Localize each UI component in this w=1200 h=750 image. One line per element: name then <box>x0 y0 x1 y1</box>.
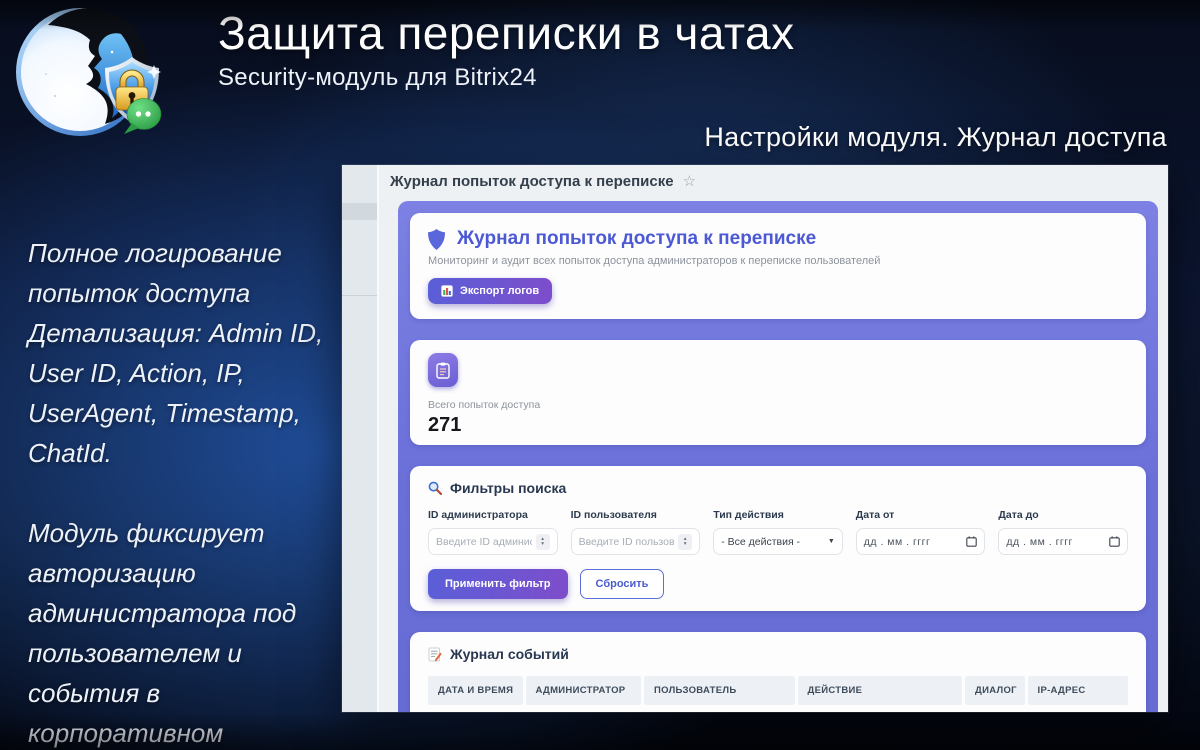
table-header-row: ДАТА И ВРЕМЯ АДМИНИСТРАТОР ПОЛЬЗОВАТЕЛЬ … <box>428 676 1128 705</box>
stats-card: Всего попыток доступа 271 <box>410 340 1146 445</box>
hero-card: Журнал попыток доступа к переписке Монит… <box>410 213 1146 319</box>
stats-label: Всего попыток доступа <box>428 399 1128 411</box>
date-to-value: дд . мм . гггг <box>1006 536 1073 548</box>
user-id-label: ID пользователя <box>571 509 701 521</box>
journal-title: Журнал событий <box>450 646 569 662</box>
date-from-field: Дата от дд . мм . гггг <box>856 509 986 555</box>
date-to-field: Дата до дд . мм . гггг <box>998 509 1128 555</box>
date-to-label: Дата до <box>998 509 1128 521</box>
promo-slide: Защита переписки в чатах Security-модуль… <box>0 0 1200 750</box>
admin-id-field: ID администратора ▴ ▾ <box>428 509 558 555</box>
table-header-administrator: АДМИНИСТРАТОР <box>526 676 642 705</box>
filters-card: Фильтры поиска ID администратора ▴ ▾ <box>410 466 1146 611</box>
page-title: Журнал попыток доступа к переписке <box>390 173 674 190</box>
table-header-dialog: ДИАЛОГ <box>965 676 1025 705</box>
action-type-label: Тип действия <box>713 509 843 521</box>
user-id-input[interactable] <box>579 536 675 548</box>
stats-value: 271 <box>428 414 1128 437</box>
export-logs-label: Экспорт логов <box>460 285 539 297</box>
date-from-label: Дата от <box>856 509 986 521</box>
favorite-star-icon[interactable]: ☆ <box>683 172 696 190</box>
sidebar-divider <box>342 295 377 296</box>
admin-id-label: ID администратора <box>428 509 558 521</box>
memo-icon <box>428 647 442 662</box>
hero-title: Журнал попыток доступа к переписке <box>457 228 816 250</box>
table-header-action: ДЕЙСТВИЕ <box>798 676 963 705</box>
module-panel: Журнал попыток доступа к переписке Монит… <box>398 201 1158 712</box>
description-paragraph-1: Полное логирование попыток доступа Детал… <box>28 233 348 473</box>
calendar-icon <box>966 536 977 547</box>
filters-title: Фильтры поиска <box>450 480 566 496</box>
sidebar-active-item[interactable] <box>342 203 377 220</box>
shield-icon <box>428 229 445 250</box>
admin-id-input[interactable] <box>436 536 532 548</box>
chevron-down-icon: ▼ <box>828 538 835 545</box>
number-stepper[interactable]: ▴ ▾ <box>536 534 550 550</box>
action-type-field: Тип действия - Все действия - ▼ <box>713 509 843 555</box>
search-icon <box>428 481 442 495</box>
action-type-select[interactable]: - Все действия - ▼ <box>713 528 843 555</box>
feature-description: Полное логирование попыток доступа Детал… <box>28 233 348 750</box>
calendar-icon <box>1109 536 1120 547</box>
left-sidebar <box>342 165 379 712</box>
action-type-value: - Все действия - <box>721 536 800 548</box>
table-header-user: ПОЛЬЗОВАТЕЛЬ <box>644 676 795 705</box>
apply-filter-button[interactable]: Применить фильтр <box>428 569 568 599</box>
date-from-input[interactable]: дд . мм . гггг <box>856 528 986 555</box>
bitrix24-screenshot-window: Журнал попыток доступа к переписке ☆ Жур… <box>342 165 1168 712</box>
journal-card: Журнал событий ДАТА И ВРЕМЯ АДМИНИСТРАТО… <box>410 632 1146 712</box>
date-to-input[interactable]: дд . мм . гггг <box>998 528 1128 555</box>
export-chart-icon <box>441 285 453 297</box>
export-logs-button[interactable]: Экспорт логов <box>428 278 552 304</box>
hero-subtitle: Мониторинг и аудит всех попыток доступа … <box>428 255 1128 267</box>
date-from-value: дд . мм . гггг <box>864 536 931 548</box>
number-stepper[interactable]: ▴ ▾ <box>678 534 692 550</box>
slide-title: Защита переписки в чатах <box>218 6 795 61</box>
table-header-ip: IP-АДРЕС <box>1028 676 1129 705</box>
user-id-field: ID пользователя ▴ ▾ <box>571 509 701 555</box>
slide-subtitle: Security-модуль для Bitrix24 <box>218 64 795 92</box>
reset-filter-button[interactable]: Сбросить <box>580 569 665 599</box>
table-header-datetime: ДАТА И ВРЕМЯ <box>428 676 523 705</box>
app-logo <box>8 4 176 156</box>
clipboard-icon <box>428 353 458 387</box>
stepper-down-icon[interactable]: ▾ <box>684 542 687 547</box>
stepper-down-icon[interactable]: ▾ <box>541 542 544 547</box>
section-caption: Настройки модуля. Журнал доступа <box>704 122 1167 153</box>
description-paragraph-2: Модуль фиксирует авторизацию администрат… <box>28 513 348 750</box>
